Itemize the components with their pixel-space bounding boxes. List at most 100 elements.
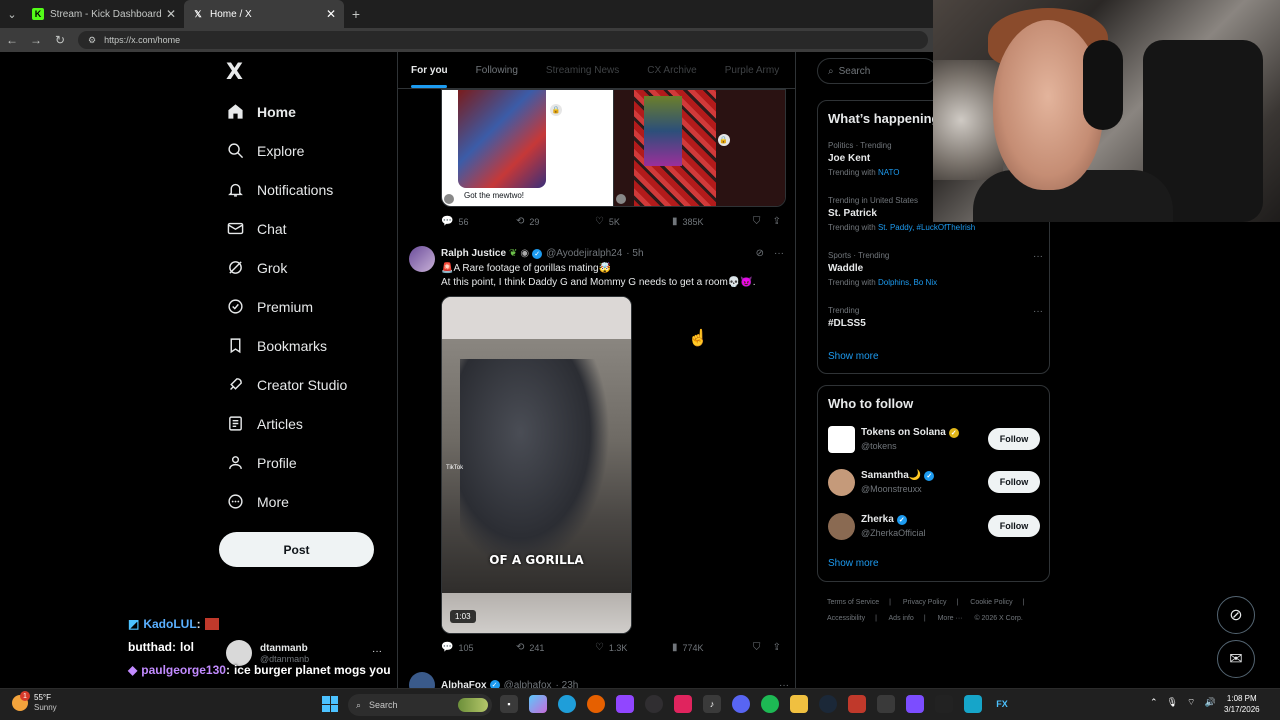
sidebar-item-articles[interactable]: Articles — [226, 404, 347, 443]
sidebar-item-grok[interactable]: Grok — [226, 248, 347, 287]
share-button[interactable]: ⇪ — [773, 642, 786, 653]
firefox-icon[interactable] — [587, 695, 605, 713]
more-icon[interactable]: ··· — [1033, 306, 1043, 317]
x-logo[interactable]: X — [226, 60, 243, 85]
show-more-link[interactable]: Show more — [828, 351, 879, 362]
taskbar-search[interactable]: ⌕ Search — [348, 694, 492, 716]
fx-icon[interactable]: FX — [993, 695, 1011, 713]
app-icon[interactable] — [848, 695, 866, 713]
browser-tab-kick[interactable]: K Stream - Kick Dashboard ✕ — [24, 0, 184, 28]
discord-icon[interactable] — [732, 695, 750, 713]
follow-suggestion[interactable]: Samantha🌙 ✓ @Moonstreuxx Follow — [828, 467, 1040, 497]
repost-button[interactable]: ⟲ 241 — [516, 642, 595, 653]
footer-link[interactable]: More ··· — [938, 615, 963, 622]
reload-icon[interactable]: ↻ — [48, 33, 72, 47]
copilot-icon[interactable] — [529, 695, 547, 713]
mic-icon[interactable]: 🎙 — [1167, 697, 1178, 708]
grok-icon[interactable]: ⊘ — [756, 248, 764, 259]
repost-button[interactable]: ⟲ 29 — [516, 216, 595, 227]
new-tab-icon[interactable]: + — [344, 6, 368, 22]
follow-suggestion[interactable]: Zherka ✓ @ZherkaOfficial Follow — [828, 511, 1040, 541]
like-button[interactable]: ♡ 1.3K — [595, 642, 672, 653]
tweet-author-handle[interactable]: @alphafox — [504, 680, 552, 689]
browser-tab-x[interactable]: 𝕏 Home / X ✕ — [184, 0, 344, 28]
trend-related-link[interactable]: Dolphins, Bo Nix — [878, 278, 937, 287]
tweet-time[interactable]: · 23h — [556, 680, 579, 689]
avatar[interactable] — [409, 672, 435, 688]
wifi-icon[interactable]: ⌔ — [1187, 697, 1195, 708]
more-icon[interactable]: ··· — [774, 248, 784, 259]
follow-button[interactable]: Follow — [988, 428, 1040, 450]
trend-item[interactable]: Sports · Trending Waddle Trending with D… — [828, 251, 1043, 287]
messages-fab-button[interactable]: ✉ — [1217, 640, 1255, 678]
tweet-author-name[interactable]: AlphaFox — [441, 680, 487, 689]
url-input[interactable]: ⚙ https://x.com/home — [78, 31, 928, 49]
more-icon[interactable]: ··· — [779, 680, 789, 689]
app-icon[interactable] — [964, 695, 982, 713]
sidebar-item-chat[interactable]: Chat — [226, 209, 347, 248]
app-icon[interactable] — [674, 695, 692, 713]
folder-icon[interactable] — [790, 695, 808, 713]
tab-following[interactable]: Following — [476, 65, 518, 76]
media-image[interactable]: 🔒 — [613, 90, 785, 206]
close-icon[interactable]: ✕ — [326, 7, 336, 21]
bookmark-button[interactable]: ⛉ — [753, 216, 773, 227]
footer-link[interactable]: Privacy Policy — [903, 599, 947, 606]
sidebar-item-explore[interactable]: Explore — [226, 131, 347, 170]
tweet-author-name[interactable]: Ralph Justice — [441, 248, 506, 259]
clock[interactable]: 1:08 PM 3/17/2026 — [1224, 693, 1260, 715]
app-icon[interactable] — [877, 695, 895, 713]
sidebar-item-more[interactable]: More — [226, 482, 347, 521]
trend-related-link[interactable]: NATO — [878, 168, 899, 177]
weather-widget[interactable]: 1 55°F Sunny — [12, 691, 57, 713]
tweet-author-handle[interactable]: @Ayodejiralph24 — [546, 248, 622, 259]
footer-link[interactable]: Terms of Service — [827, 599, 879, 606]
music-icon[interactable]: ♪ — [703, 695, 721, 713]
twitch-icon[interactable] — [616, 695, 634, 713]
views-button[interactable]: ▮ 774K — [672, 642, 753, 653]
sidebar-item-premium[interactable]: Premium — [226, 287, 347, 326]
bookmark-button[interactable]: ⛉ — [753, 642, 773, 653]
more-icon[interactable]: ··· — [1033, 251, 1043, 262]
steam-icon[interactable] — [819, 695, 837, 713]
media-image[interactable]: 🔒 Got the mewtwo! — [442, 90, 614, 206]
follow-suggestion[interactable]: Tokens on Solana ✓ @tokens Follow — [828, 424, 1040, 454]
reply-button[interactable]: 💬 56 — [441, 216, 516, 227]
avatar[interactable] — [409, 246, 435, 272]
app-icon[interactable] — [906, 695, 924, 713]
back-icon[interactable]: ← — [0, 33, 24, 47]
trend-related-link[interactable]: St. Paddy, #LuckOfTheIrish — [878, 223, 975, 232]
show-more-link[interactable]: Show more — [828, 558, 879, 569]
obs-icon[interactable] — [645, 695, 663, 713]
sidebar-item-bookmarks[interactable]: Bookmarks — [226, 326, 347, 365]
follow-button[interactable]: Follow — [988, 471, 1040, 493]
grok-fab-button[interactable]: ⊘ — [1217, 596, 1255, 634]
follow-button[interactable]: Follow — [988, 515, 1040, 537]
trend-item[interactable]: Trending #DLSS5 ··· — [828, 306, 1043, 329]
tweet-media-grid[interactable]: 🔒 Got the mewtwo! 🔒 — [441, 89, 786, 207]
sidebar-item-creator-studio[interactable]: Creator Studio — [226, 365, 347, 404]
tab-cx-archive[interactable]: CX Archive — [647, 65, 696, 76]
footer-link[interactable]: Accessibility — [827, 615, 865, 622]
tab-search-chevron-icon[interactable]: ⌄ — [0, 0, 24, 28]
like-button[interactable]: ♡ 5K — [595, 216, 672, 227]
tab-for-you[interactable]: For you — [411, 65, 448, 76]
volume-icon[interactable]: 🔊 — [1204, 697, 1215, 708]
tweet-video[interactable]: TikTok OF A GORILLA 1:03 — [441, 296, 632, 634]
reply-button[interactable]: 💬 105 — [441, 642, 516, 653]
site-info-icon[interactable]: ⚙ — [88, 35, 96, 46]
tweet-time[interactable]: · 5h — [626, 248, 643, 259]
post-button[interactable]: Post — [219, 532, 374, 567]
start-button[interactable] — [322, 696, 338, 712]
sidebar-item-notifications[interactable]: Notifications — [226, 170, 347, 209]
sidebar-item-profile[interactable]: Profile — [226, 443, 347, 482]
tab-purple-army[interactable]: Purple Army — [725, 65, 779, 76]
file-icon[interactable]: ▪ — [500, 695, 518, 713]
share-button[interactable]: ⇪ — [773, 216, 786, 227]
edge-icon[interactable] — [558, 695, 576, 713]
footer-link[interactable]: Ads info — [889, 615, 914, 622]
search-input[interactable]: ⌕ Search — [817, 58, 937, 84]
tab-streaming-news[interactable]: Streaming News — [546, 65, 619, 76]
sidebar-item-home[interactable]: Home — [226, 92, 347, 131]
close-icon[interactable]: ✕ — [166, 7, 176, 21]
